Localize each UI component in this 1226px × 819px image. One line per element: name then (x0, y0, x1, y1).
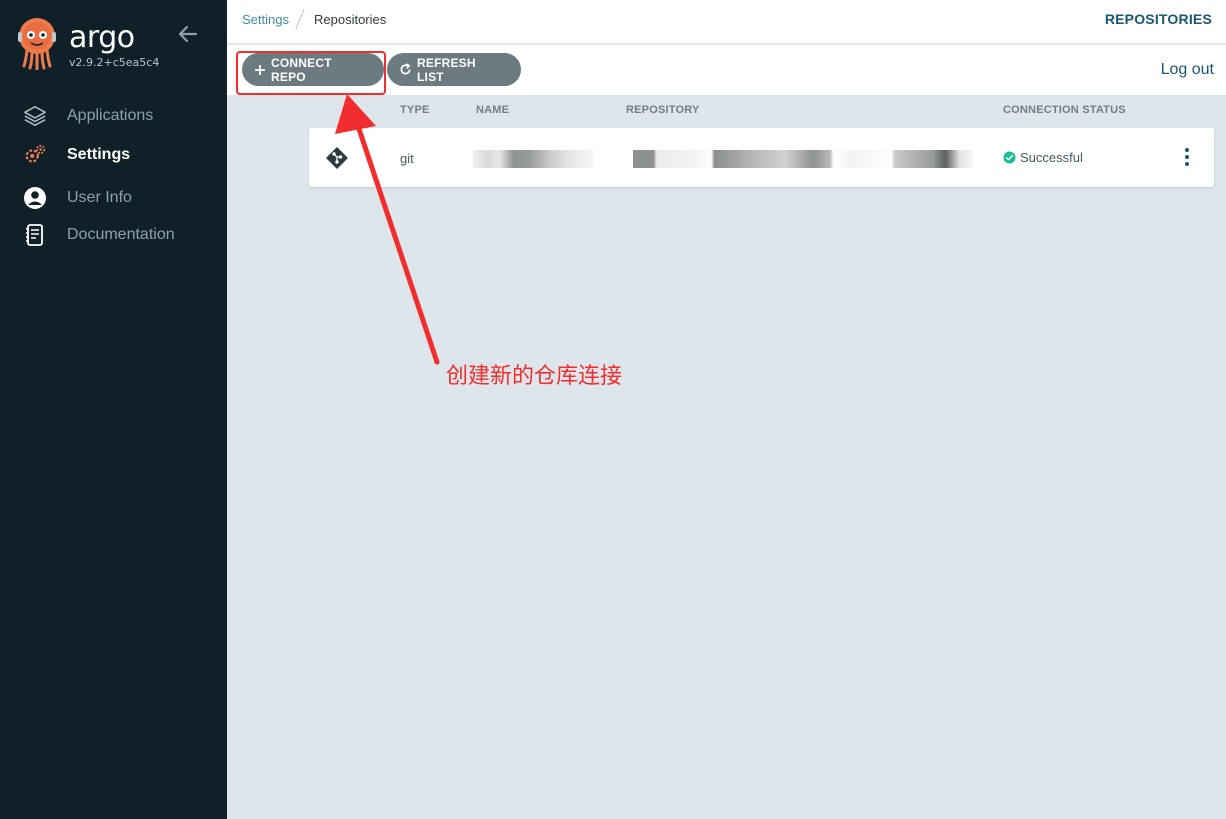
annotation-text: 创建新的仓库连接 (446, 364, 623, 389)
gears-icon (23, 143, 47, 167)
page-title: REPOSITORIES (1104, 11, 1212, 27)
refresh-list-label: REFRESH LIST (417, 55, 476, 84)
breadcrumb-settings[interactable]: Settings (242, 12, 289, 27)
repo-name (473, 150, 593, 168)
layers-icon (23, 104, 47, 128)
breadcrumb-separator-icon (295, 8, 305, 30)
version-label: v2.9.2+c5ea5c4 (69, 56, 160, 69)
sidebar-item-label: User Info (67, 189, 132, 206)
annotation-arrow-icon (335, 94, 440, 365)
sidebar-item-settings[interactable]: Settings (0, 137, 227, 173)
collapse-arrow-icon[interactable] (176, 22, 200, 46)
breadcrumb-current: Repositories (314, 12, 387, 27)
sidebar-item-label: Settings (67, 146, 131, 163)
top-header: Settings Repositories REPOSITORIES (227, 0, 1226, 44)
connection-status: Successful (1003, 150, 1083, 165)
argo-logo-icon (18, 18, 56, 70)
book-icon (23, 223, 47, 247)
logout-link[interactable]: Log out (1161, 61, 1214, 79)
brand-name: argo (69, 20, 135, 55)
more-vertical-icon[interactable] (1182, 146, 1192, 168)
sidebar-item-label: Applications (67, 107, 154, 124)
sidebar: argo v2.9.2+c5ea5c4 Applications Setting… (0, 0, 227, 819)
repo-url (633, 150, 973, 168)
column-header-name: NAME (476, 104, 510, 116)
sidebar-item-label: Documentation (67, 226, 175, 243)
sidebar-item-applications[interactable]: Applications (0, 98, 227, 134)
status-label: Successful (1020, 150, 1083, 165)
sidebar-item-user-info[interactable]: User Info (0, 180, 227, 216)
sidebar-item-documentation[interactable]: Documentation (0, 217, 227, 253)
column-header-connection-status: CONNECTION STATUS (1003, 104, 1126, 116)
column-header-repository: REPOSITORY (626, 104, 700, 116)
user-circle-icon (23, 186, 47, 210)
annotation-highlight-box (236, 51, 386, 95)
refresh-icon (399, 63, 412, 76)
check-circle-icon (1003, 151, 1016, 164)
refresh-list-button[interactable]: REFRESH LIST (387, 53, 521, 86)
